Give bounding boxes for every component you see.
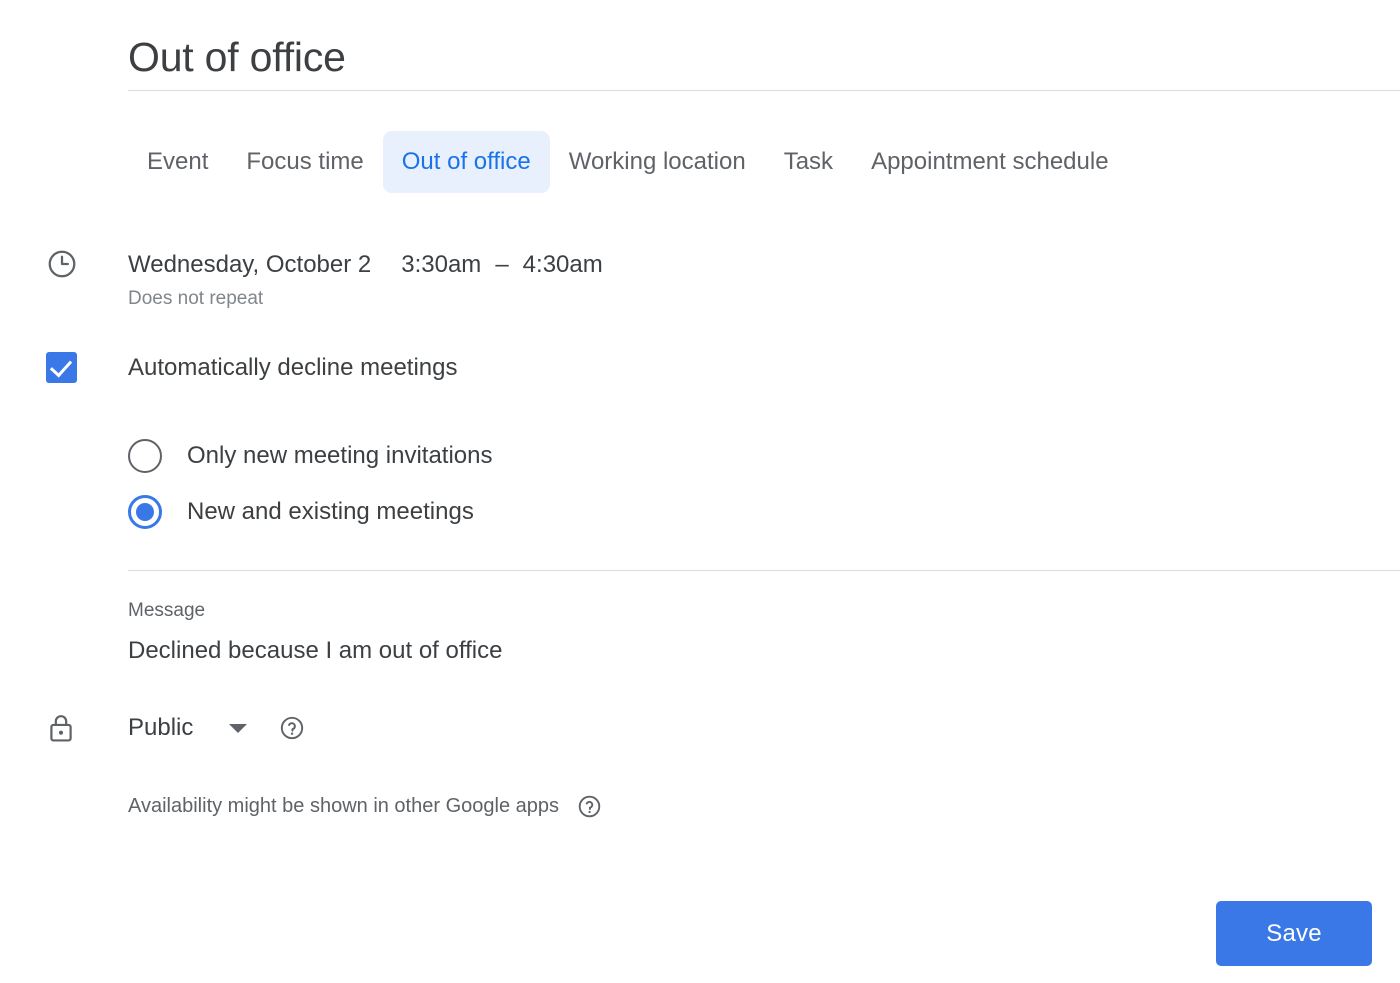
schedule-date[interactable]: Wednesday, October 2	[128, 251, 371, 278]
schedule-end-time[interactable]: 4:30am	[523, 251, 603, 278]
auto-decline-row: Automatically decline meetings	[0, 352, 458, 383]
recurrence-selector[interactable]: Does not repeat	[128, 286, 603, 312]
title-section: Out of office	[128, 30, 1400, 91]
availability-note-row: Availability might be shown in other Goo…	[128, 792, 602, 820]
section-divider	[128, 570, 1400, 571]
radio-button-only-new-invitations[interactable]	[128, 439, 162, 473]
radio-label-new-and-existing: New and existing meetings	[187, 498, 474, 525]
visibility-control: Public	[128, 713, 305, 743]
lock-icon	[0, 712, 128, 744]
schedule-start-time[interactable]: 3:30am	[401, 251, 481, 278]
tab-out-of-office[interactable]: Out of office	[382, 131, 550, 193]
tab-working-location[interactable]: Working location	[550, 131, 765, 193]
radio-label-only-new-invitations: Only new meeting invitations	[187, 442, 493, 469]
radio-option-only-new-invitations[interactable]: Only new meeting invitations	[128, 428, 492, 484]
decline-scope-radio-group: Only new meeting invitations New and exi…	[128, 428, 492, 540]
radio-button-new-and-existing[interactable]	[128, 495, 162, 529]
auto-decline-checkbox[interactable]	[46, 352, 77, 383]
auto-decline-label[interactable]: Automatically decline meetings	[128, 353, 458, 383]
title-underline	[128, 90, 1400, 91]
message-label: Message	[128, 600, 206, 621]
schedule-row: Wednesday, October 2 3:30am –4:30am Does n…	[0, 248, 603, 312]
save-button[interactable]: Save	[1216, 901, 1372, 966]
schedule-datetime: Wednesday, October 2 3:30am –4:30am	[128, 250, 603, 280]
clock-icon	[0, 248, 128, 280]
radio-option-new-and-existing[interactable]: New and existing meetings	[128, 484, 492, 540]
chevron-down-icon[interactable]	[229, 723, 248, 733]
availability-note-text: Availability might be shown in other Goo…	[128, 795, 559, 817]
availability-help-icon[interactable]	[577, 794, 602, 819]
visibility-row: Public	[0, 712, 305, 744]
message-input[interactable]: Declined because I am out of office	[128, 636, 502, 666]
schedule-time-dash: –	[495, 251, 509, 278]
event-type-tabs: Event Focus time Out of office Working l…	[128, 131, 1128, 193]
message-block: Message Declined because I am out of off…	[128, 598, 502, 666]
tab-task[interactable]: Task	[765, 131, 852, 193]
page-title[interactable]: Out of office	[128, 30, 1400, 90]
schedule-text: Wednesday, October 2 3:30am –4:30am Does n…	[128, 248, 603, 312]
visibility-help-icon[interactable]	[279, 715, 305, 741]
tab-event[interactable]: Event	[128, 131, 227, 193]
visibility-select-value[interactable]: Public	[128, 713, 193, 743]
tab-focus-time[interactable]: Focus time	[227, 131, 382, 193]
tab-appointment-schedule[interactable]: Appointment schedule	[852, 131, 1128, 193]
auto-decline-checkbox-wrap	[0, 352, 128, 383]
